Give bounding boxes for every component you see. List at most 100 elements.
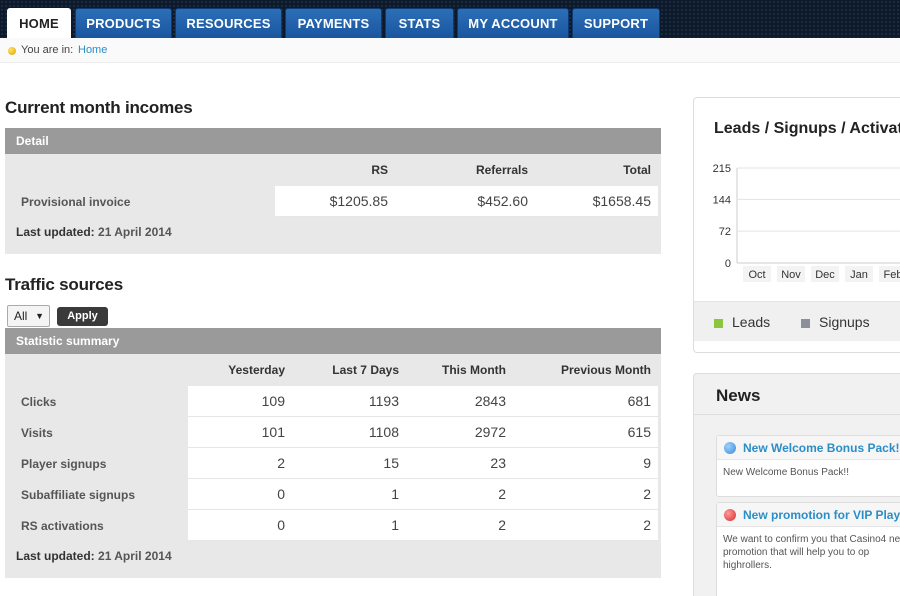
traffic-last-updated: Last updated: 21 April 2014 <box>5 541 661 571</box>
statistic-summary-header: Statistic summary <box>5 328 661 354</box>
row-label-provisional-invoice: Provisional invoice <box>10 186 275 217</box>
blue-bullet-icon <box>724 442 736 454</box>
news-widget: News New Welcome Bonus Pack! New Welcome… <box>693 373 900 596</box>
cell-value: 0 <box>188 510 292 541</box>
news-item[interactable]: New Welcome Bonus Pack! New Welcome Bonu… <box>716 435 900 497</box>
tab-stats[interactable]: STATS <box>385 8 454 38</box>
cell-value: 15 <box>292 448 406 479</box>
cell-value: 109 <box>188 386 292 417</box>
row-label-clicks: Clicks <box>10 386 188 417</box>
statistic-header-row: Yesterday Last 7 Days This Month Previou… <box>10 354 658 386</box>
apply-button[interactable]: Apply <box>57 307 108 326</box>
news-title: News <box>716 386 761 405</box>
incomes-header-row: RS Referrals Total <box>10 154 658 186</box>
cell-value: 101 <box>188 417 292 448</box>
news-item-body: We want to confirm you that Casino4 new … <box>723 534 900 571</box>
column-header-total: Total <box>623 163 651 177</box>
news-item[interactable]: New promotion for VIP Playe We want to c… <box>716 502 900 596</box>
tab-support[interactable]: SUPPORT <box>572 8 660 38</box>
cell-total: $1658.45 <box>535 186 658 217</box>
legend-label-signups: Signups <box>819 314 870 330</box>
incomes-panel: Detail RS Referrals Total Provisional in… <box>5 128 661 254</box>
incomes-corner-cell <box>10 154 275 186</box>
leads-chart-widget: Leads / Signups / Activati 215 144 72 0 Oct N… <box>693 97 900 353</box>
row-label-rs-activations: RS activations <box>10 510 188 541</box>
breadcrumb-bullet-icon <box>8 47 16 55</box>
row-label-visits: Visits <box>10 417 188 448</box>
legend-swatch-signups <box>801 319 810 328</box>
column-header-last-7-days: Last 7 Days <box>332 363 399 377</box>
incomes-title: Current month incomes <box>5 98 193 117</box>
leads-chart: 215 144 72 0 Oct Nov Dec Jan Feb <box>713 163 900 282</box>
cell-value: 23 <box>406 448 513 479</box>
column-header-rs: RS <box>371 163 388 177</box>
traffic-sources-title: Traffic sources <box>5 275 123 294</box>
legend-label-leads: Leads <box>732 314 771 330</box>
news-item-title[interactable]: New promotion for VIP Playe <box>717 503 900 527</box>
table-row: Subaffiliate signups 0 1 2 2 <box>10 479 658 510</box>
statistic-summary-panel: Statistic summary Yesterday Last 7 Days … <box>5 328 661 578</box>
breadcrumb: You are in: Home <box>0 38 900 63</box>
cell-value: 1 <box>292 479 406 510</box>
column-header-yesterday: Yesterday <box>228 363 285 377</box>
cell-value: 2 <box>406 479 513 510</box>
cell-value: 1 <box>292 510 406 541</box>
tab-payments[interactable]: PAYMENTS <box>285 8 382 38</box>
incomes-table: RS Referrals Total Provisional invoice $… <box>10 154 658 217</box>
red-bullet-icon <box>724 509 736 521</box>
last-updated-label: Last updated: <box>16 225 95 239</box>
tab-home[interactable]: HOME <box>7 8 71 38</box>
cell-value: 0 <box>188 479 292 510</box>
news-item-title-text: New Welcome Bonus Pack! <box>743 441 900 455</box>
chart-y-tick-label: 72 <box>719 226 731 238</box>
news-item-body: New Welcome Bonus Pack!! <box>723 467 849 478</box>
news-divider <box>694 414 900 415</box>
news-item-title-text: New promotion for VIP Playe <box>743 508 900 522</box>
legend-swatch-leads <box>714 319 723 328</box>
incomes-panel-header: Detail <box>5 128 661 154</box>
chart-legend: Leads Signups <box>694 301 900 341</box>
chart-x-tick-label: Nov <box>781 269 801 281</box>
cell-value: 1193 <box>292 386 406 417</box>
last-updated-date: 21 April 2014 <box>98 549 172 563</box>
column-header-previous-month: Previous Month <box>560 363 651 377</box>
table-row: RS activations 0 1 2 2 <box>10 510 658 541</box>
chart-x-tick-label: Jan <box>850 269 868 281</box>
last-updated-date: 21 April 2014 <box>98 225 172 239</box>
traffic-filter-select[interactable]: All ▼ <box>7 305 50 327</box>
breadcrumb-label: You are in: <box>21 44 74 56</box>
column-header-this-month: This Month <box>442 363 506 377</box>
traffic-filter-value: All <box>14 309 28 323</box>
cell-value: 1108 <box>292 417 406 448</box>
tab-resources[interactable]: RESOURCES <box>175 8 282 38</box>
top-navigation: HOME PRODUCTS RESOURCES PAYMENTS STATS M… <box>0 0 900 38</box>
chart-y-tick-label: 0 <box>725 258 731 270</box>
chart-x-tick-label: Feb <box>884 269 900 281</box>
table-row: Visits 101 1108 2972 615 <box>10 417 658 448</box>
last-updated-label: Last updated: <box>16 549 95 563</box>
cell-value: 615 <box>513 417 658 448</box>
statistic-corner-cell <box>10 354 188 386</box>
cell-value: 2972 <box>406 417 513 448</box>
statistic-summary-table: Yesterday Last 7 Days This Month Previou… <box>10 354 658 541</box>
cell-value: 2 <box>513 479 658 510</box>
table-row: Player signups 2 15 23 9 <box>10 448 658 479</box>
breadcrumb-home-link[interactable]: Home <box>78 44 107 56</box>
news-item-title[interactable]: New Welcome Bonus Pack! <box>717 436 900 460</box>
table-row: Clicks 109 1193 2843 681 <box>10 386 658 417</box>
chart-y-tick-label: 215 <box>713 163 731 175</box>
cell-value: 2843 <box>406 386 513 417</box>
row-label-player-signups: Player signups <box>10 448 188 479</box>
cell-value: 2 <box>513 510 658 541</box>
table-row: Provisional invoice $1205.85 $452.60 $16… <box>10 186 658 217</box>
dropdown-arrow-icon: ▼ <box>35 311 44 321</box>
chart-y-tick-label: 144 <box>713 194 731 206</box>
tab-my-account[interactable]: MY ACCOUNT <box>457 8 569 38</box>
cell-rs: $1205.85 <box>275 186 395 217</box>
cell-value: 9 <box>513 448 658 479</box>
row-label-subaffiliate-signups: Subaffiliate signups <box>10 479 188 510</box>
tab-products[interactable]: PRODUCTS <box>75 8 172 38</box>
incomes-last-updated: Last updated: 21 April 2014 <box>5 217 661 247</box>
cell-value: 2 <box>188 448 292 479</box>
cell-referrals: $452.60 <box>395 186 535 217</box>
